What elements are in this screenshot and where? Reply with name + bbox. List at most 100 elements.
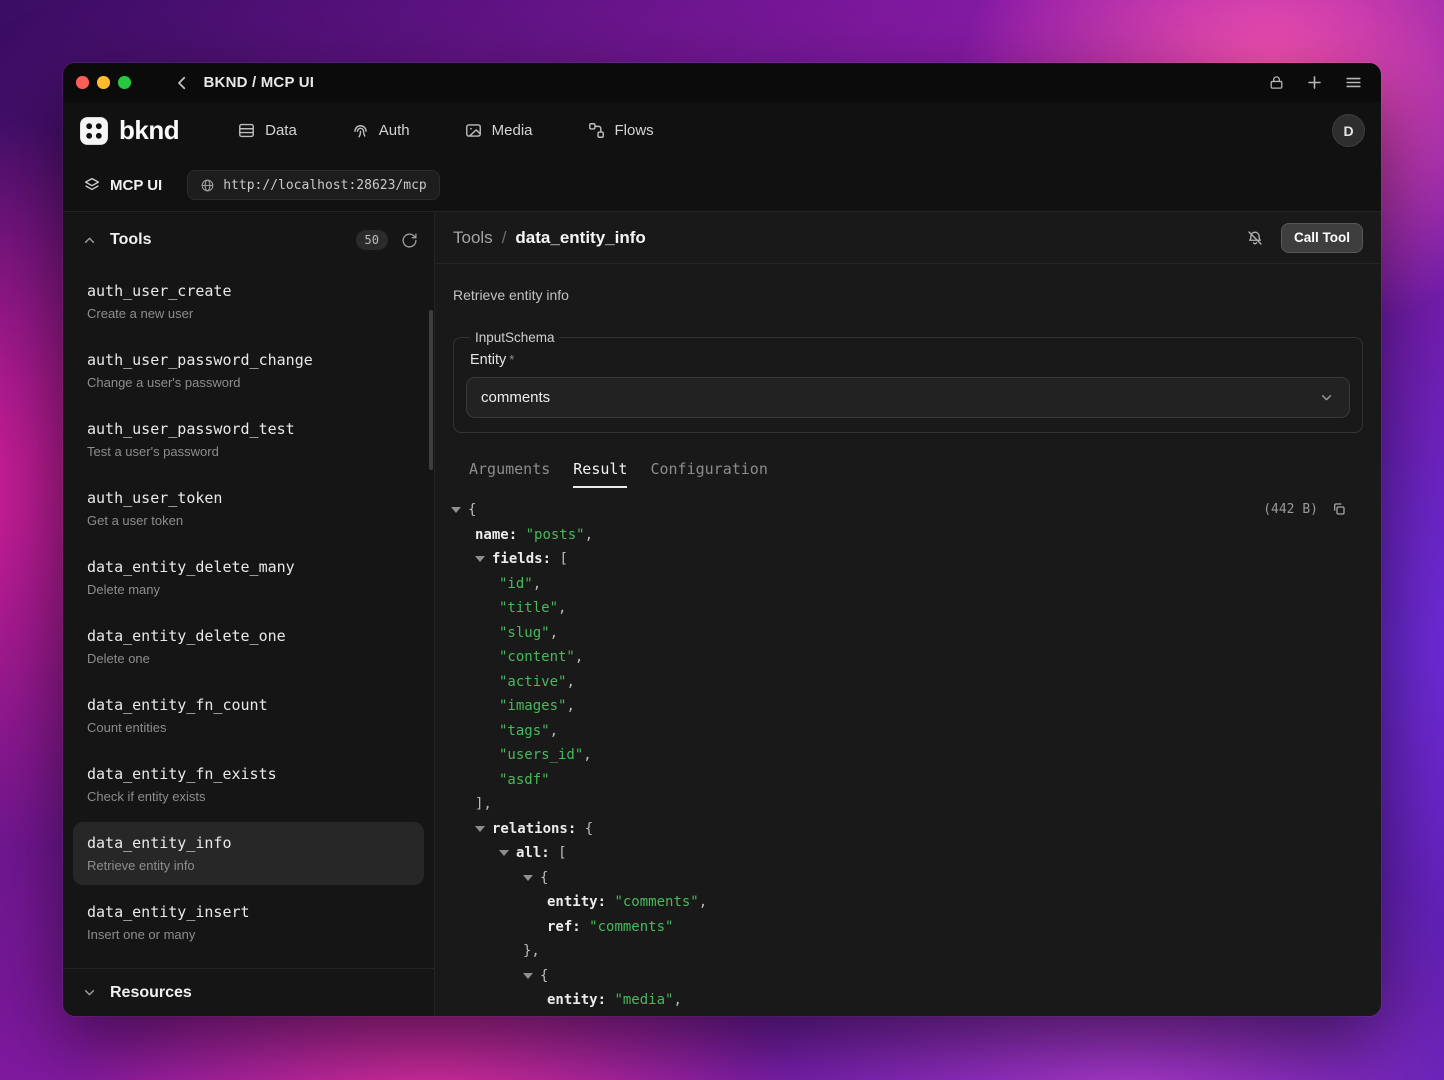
subheader: MCP UI http://localhost:28623/mcp (63, 159, 1381, 212)
sidebar-tool-auth_user_password_test[interactable]: auth_user_password_test Test a user's pa… (73, 408, 424, 471)
nav-item-data[interactable]: Data (237, 121, 297, 140)
nav-item-flows[interactable]: Flows (587, 121, 654, 140)
json-line: { (435, 964, 1381, 989)
tab-arguments[interactable]: Arguments (469, 460, 550, 488)
tool-description: Insert one or many (87, 927, 410, 943)
json-line: "id", (435, 572, 1381, 597)
server-url: http://localhost:28623/mcp (223, 178, 427, 193)
tool-name: auth_user_create (87, 281, 410, 301)
tool-name: data_entity_insert (87, 902, 410, 922)
result-tabs: Arguments Result Configuration (435, 460, 1381, 488)
tool-description: Get a user token (87, 513, 410, 529)
caret-down-icon[interactable] (499, 841, 516, 866)
nav-item-media[interactable]: Media (464, 121, 533, 140)
json-line: entity: "comments", (435, 890, 1381, 915)
nav-label: Flows (615, 122, 654, 139)
json-line: "images", (435, 694, 1381, 719)
caret-down-icon[interactable] (523, 964, 540, 989)
tools-section-title: Tools (110, 231, 151, 249)
json-line: ref: "images" (435, 1013, 1381, 1017)
app-header: bknd Data Auth Media Flows D (63, 102, 1381, 159)
tool-description: Delete one (87, 651, 410, 667)
tool-description: Delete many (87, 582, 410, 598)
bknd-logo[interactable]: bknd (79, 115, 179, 146)
resources-section-header[interactable]: Resources (63, 968, 434, 1016)
tools-sidebar: Tools 50 auth_user_create Create a new u… (63, 212, 435, 1016)
json-line: all: [ (435, 841, 1381, 866)
caret-down-icon[interactable] (451, 498, 468, 523)
caret-down-icon[interactable] (475, 817, 492, 842)
sidebar-tool-data_entity_insert[interactable]: data_entity_insert Insert one or many (73, 891, 424, 954)
tool-name: auth_user_password_change (87, 350, 410, 370)
json-line: }, (435, 939, 1381, 964)
json-line: name: "posts", (435, 523, 1381, 548)
tool-description: Check if entity exists (87, 789, 410, 805)
caret-down-icon[interactable] (475, 547, 492, 572)
json-line: "content", (435, 645, 1381, 670)
avatar[interactable]: D (1332, 114, 1365, 147)
tool-name: data_entity_fn_count (87, 695, 410, 715)
entity-select-value: comments (481, 389, 550, 406)
resources-section-title: Resources (110, 984, 192, 1002)
sidebar-tool-data_entity_delete_many[interactable]: data_entity_delete_many Delete many (73, 546, 424, 609)
required-asterisk: * (509, 352, 514, 367)
sidebar-tool-auth_user_create[interactable]: auth_user_create Create a new user (73, 270, 424, 333)
menu-icon[interactable] (1344, 73, 1363, 92)
nav-item-auth[interactable]: Auth (351, 121, 410, 140)
back-icon[interactable] (173, 74, 191, 92)
json-line: { (435, 498, 1381, 523)
breadcrumb: Tools / data_entity_info (453, 228, 646, 248)
tool-name: data_entity_fn_exists (87, 764, 410, 784)
nav-label: Auth (379, 122, 410, 139)
entity-label-text: Entity (470, 352, 506, 368)
tool-description-text: Retrieve entity info (435, 264, 1381, 304)
breadcrumb-section[interactable]: Tools (453, 228, 493, 248)
chevron-up-icon[interactable] (81, 232, 98, 249)
titlebar: BKND / MCP UI (63, 63, 1381, 102)
logo-wordmark: bknd (119, 115, 179, 146)
sidebar-scrollbar[interactable] (429, 310, 433, 470)
sidebar-tool-data_entity_fn_exists[interactable]: data_entity_fn_exists Check if entity ex… (73, 753, 424, 816)
sidebar-tool-auth_user_token[interactable]: auth_user_token Get a user token (73, 477, 424, 540)
tool-description: Create a new user (87, 306, 410, 322)
select-chevron-down-icon (1318, 389, 1335, 406)
json-line: "tags", (435, 719, 1381, 744)
database-icon (237, 121, 256, 140)
call-tool-button[interactable]: Call Tool (1281, 223, 1363, 253)
close-button[interactable] (76, 76, 89, 89)
sidebar-tool-data_entity_fn_count[interactable]: data_entity_fn_count Count entities (73, 684, 424, 747)
lock-icon[interactable] (1268, 74, 1285, 91)
copy-icon[interactable] (1331, 501, 1347, 517)
maximize-button[interactable] (118, 76, 131, 89)
tool-name: auth_user_token (87, 488, 410, 508)
sidebar-tool-auth_user_password_change[interactable]: auth_user_password_change Change a user'… (73, 339, 424, 402)
tab-configuration[interactable]: Configuration (650, 460, 767, 488)
layers-icon (83, 176, 101, 194)
json-line: entity: "media", (435, 988, 1381, 1013)
bknd-logo-icon (79, 116, 109, 146)
nav-label: Media (492, 122, 533, 139)
main-nav: Data Auth Media Flows (237, 121, 654, 140)
tool-detail-header: Tools / data_entity_info Call Tool (435, 212, 1381, 264)
fingerprint-icon (351, 121, 370, 140)
server-url-pill[interactable]: http://localhost:28623/mcp (187, 170, 440, 200)
chevron-down-icon (81, 984, 98, 1001)
caret-down-icon[interactable] (523, 866, 540, 891)
tool-name: auth_user_password_test (87, 419, 410, 439)
json-line: ], (435, 792, 1381, 817)
bell-off-icon[interactable] (1246, 229, 1264, 247)
minimize-button[interactable] (97, 76, 110, 89)
refresh-icon[interactable] (401, 232, 418, 249)
tool-detail-body: Retrieve entity info InputSchema Entity*… (435, 264, 1381, 1016)
sidebar-tool-data_entity_delete_one[interactable]: data_entity_delete_one Delete one (73, 615, 424, 678)
json-line: "active", (435, 670, 1381, 695)
json-line: "slug", (435, 621, 1381, 646)
sidebar-tool-data_entity_info[interactable]: data_entity_info Retrieve entity info (73, 822, 424, 885)
tool-description: Change a user's password (87, 375, 410, 391)
tab-result[interactable]: Result (573, 460, 627, 488)
result-meta: (442 B) (1263, 501, 1347, 517)
mcp-ui-title: MCP UI (83, 176, 162, 194)
entity-select[interactable]: comments (466, 377, 1350, 418)
tool-description: Count entities (87, 720, 410, 736)
new-tab-plus-icon[interactable] (1305, 73, 1324, 92)
